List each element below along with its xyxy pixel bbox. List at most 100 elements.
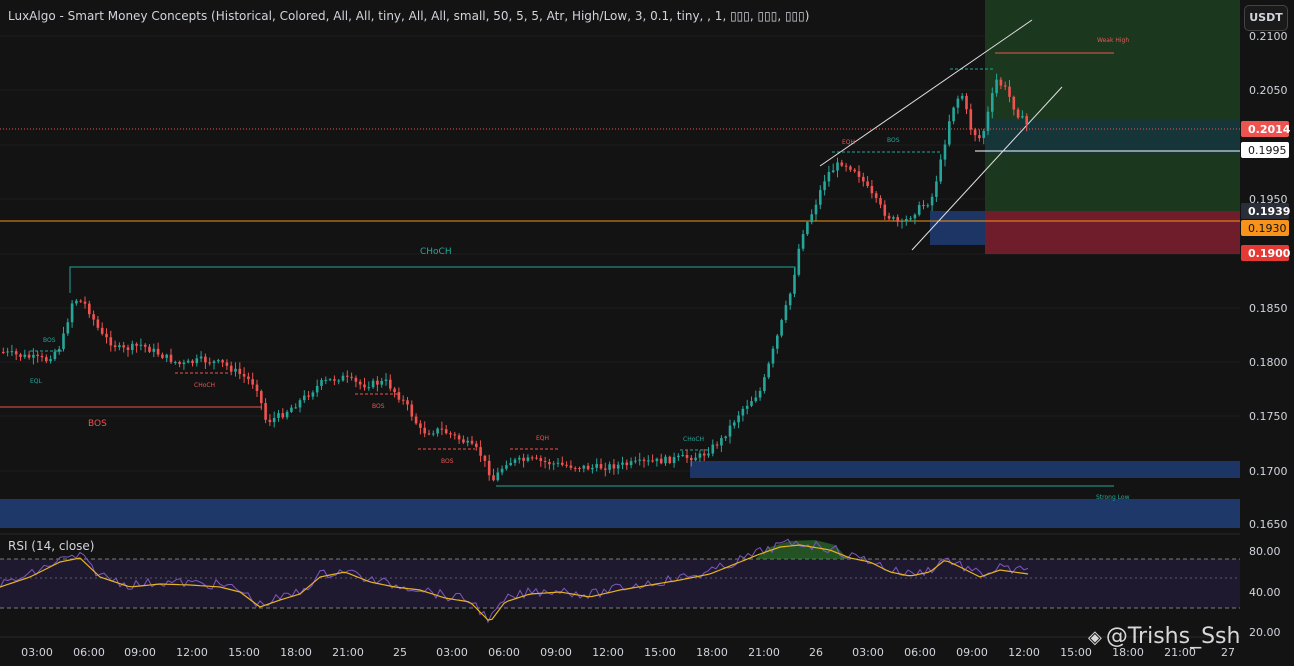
stop-zone xyxy=(985,211,1240,254)
candle-body xyxy=(556,462,560,464)
candle-body xyxy=(389,379,392,389)
candle-body xyxy=(294,407,297,409)
chart-canvas[interactable]: CHoCH BOS BOS EQL CHoCH BOS BOS EQH CHoC… xyxy=(0,0,1294,666)
candle-body xyxy=(999,79,1003,86)
candle-body xyxy=(285,411,289,418)
candle-body xyxy=(1012,96,1016,110)
candle-body xyxy=(948,121,951,145)
candle-body xyxy=(324,379,328,381)
candle-body xyxy=(518,457,521,460)
candle-body xyxy=(251,379,254,385)
candle-body xyxy=(509,462,512,466)
candle-body xyxy=(896,217,899,222)
choch-small-label: CHoCH xyxy=(194,382,215,389)
candle-body xyxy=(672,457,676,464)
binance-icon: ◈ xyxy=(1088,627,1102,648)
candle-body xyxy=(922,205,925,207)
time-tick: 15:00 xyxy=(644,646,676,659)
candle-body xyxy=(638,459,641,461)
candle-body xyxy=(79,300,82,302)
rsi-axis: 80.00 40.00 20.00 xyxy=(1249,545,1281,639)
candle-body xyxy=(655,458,659,462)
indicator-title[interactable]: LuxAlgo - Smart Money Concepts (Historic… xyxy=(8,9,809,23)
candle-body xyxy=(767,363,770,378)
candle-body xyxy=(320,380,323,386)
candle-body xyxy=(982,130,985,139)
candle-body xyxy=(569,465,573,468)
bos-small-label-1: BOS xyxy=(43,337,56,344)
candle-body xyxy=(393,388,396,393)
candle-body xyxy=(105,333,108,338)
price-axis[interactable]: 0.2100 0.2050 0.1950 0.1850 0.1800 0.175… xyxy=(1249,30,1288,531)
svg-text:0.1900: 0.1900 xyxy=(1248,247,1291,260)
candles xyxy=(2,73,1028,482)
candle-body xyxy=(505,465,508,469)
candle-body xyxy=(995,79,998,94)
candle-body xyxy=(827,172,831,182)
candle-body xyxy=(724,436,727,439)
candle-body xyxy=(225,362,229,366)
candle-body xyxy=(690,457,693,461)
candle-body xyxy=(109,337,113,346)
candle-body xyxy=(135,343,138,346)
target-zone xyxy=(985,0,1240,211)
candle-body xyxy=(522,457,525,461)
candle-body xyxy=(281,413,285,418)
rsi-title[interactable]: RSI (14, close) xyxy=(8,539,94,553)
candle-body xyxy=(186,360,190,363)
candle-body xyxy=(763,377,766,391)
candle-body xyxy=(561,462,564,465)
time-tick: 03:00 xyxy=(852,646,884,659)
candle-body xyxy=(88,303,91,315)
candle-body xyxy=(758,390,762,398)
candle-body xyxy=(905,218,908,221)
strong-low-label: Strong Low xyxy=(1096,494,1130,501)
candle-body xyxy=(449,433,452,435)
weak-high-label: Weak High xyxy=(1097,37,1129,44)
svg-text:0.1930: 0.1930 xyxy=(1248,222,1287,235)
candle-body xyxy=(853,169,856,172)
candle-body xyxy=(66,322,70,334)
candle-body xyxy=(582,465,586,469)
candle-body xyxy=(913,214,917,219)
candle-body xyxy=(720,438,723,446)
candle-body xyxy=(930,196,934,206)
candle-body xyxy=(698,453,702,458)
candle-body xyxy=(92,314,95,320)
candle-body xyxy=(36,354,39,356)
candle-body xyxy=(909,218,912,220)
candle-body xyxy=(819,190,822,205)
price-tick: 0.1750 xyxy=(1249,410,1288,423)
candle-body xyxy=(711,444,715,454)
rsi-overbought-fill xyxy=(755,540,848,559)
candle-body xyxy=(333,379,336,381)
candle-body xyxy=(53,351,57,360)
eqh-label-1: EQH xyxy=(536,435,549,442)
candle-body xyxy=(143,344,147,347)
candle-body xyxy=(453,434,457,436)
candle-body xyxy=(496,472,500,481)
price-tick: 0.1850 xyxy=(1249,302,1288,315)
candle-body xyxy=(793,274,796,294)
candle-body xyxy=(750,401,753,406)
candle-body xyxy=(1016,109,1020,118)
candle-body xyxy=(604,468,607,470)
time-tick: 06:00 xyxy=(488,646,520,659)
candle-body xyxy=(165,354,168,358)
candle-body xyxy=(892,217,895,219)
candle-body xyxy=(139,344,143,346)
candle-body xyxy=(380,380,383,385)
candle-body xyxy=(169,354,173,363)
candle-body xyxy=(754,397,758,402)
time-tick: 12:00 xyxy=(1008,646,1040,659)
time-axis[interactable]: 03:00 06:00 09:00 12:00 15:00 18:00 21:0… xyxy=(21,646,1235,659)
candle-body xyxy=(634,460,637,462)
candle-body xyxy=(354,377,358,382)
candle-body xyxy=(513,459,517,463)
currency-button[interactable]: USDT xyxy=(1244,5,1288,31)
candle-body xyxy=(221,360,224,363)
candle-body xyxy=(238,368,242,375)
candle-body xyxy=(651,460,654,462)
candle-body xyxy=(1008,86,1011,97)
candle-body xyxy=(960,95,964,99)
